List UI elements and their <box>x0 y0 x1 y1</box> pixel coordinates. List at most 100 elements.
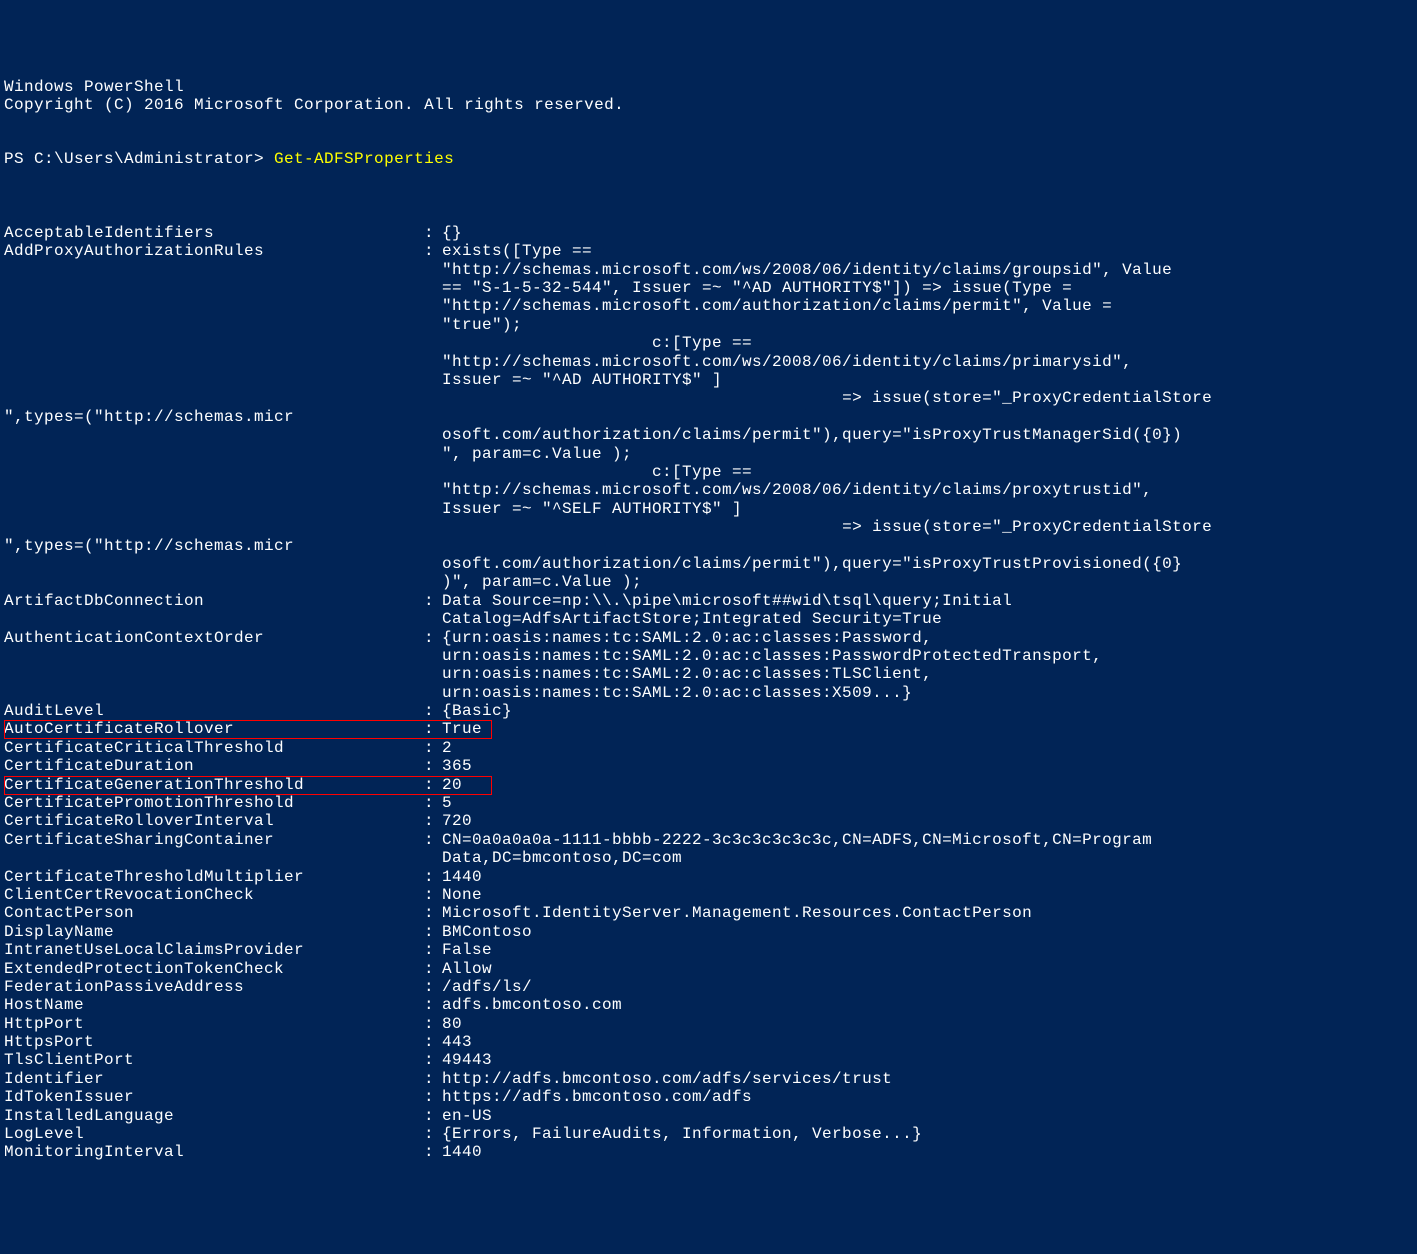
property-row: CertificateGenerationThreshold: 20 <box>4 776 1413 794</box>
property-row: ClientCertRevocationCheck: None <box>4 886 1413 904</box>
property-value: 5 <box>442 794 452 812</box>
property-value-continuation: c:[Type == <box>4 463 1264 481</box>
separator: : <box>424 904 442 922</box>
header-line-1: Windows PowerShell <box>4 78 184 96</box>
property-value: exists([Type == <box>442 242 592 260</box>
property-key: MonitoringInterval <box>4 1143 424 1161</box>
property-row: AcceptableIdentifiers: {} <box>4 224 1413 242</box>
property-value: 1440 <box>442 1143 482 1161</box>
property-value-continuation: Issuer =~ "^AD AUTHORITY$" ] <box>4 371 1264 389</box>
property-value: 49443 <box>442 1051 492 1069</box>
property-row: InstalledLanguage: en-US <box>4 1107 1413 1125</box>
property-value-continuation: Catalog=AdfsArtifactStore;Integrated Sec… <box>4 610 1264 628</box>
property-value: {} <box>442 224 462 242</box>
property-row: IntranetUseLocalClaimsProvider: False <box>4 941 1413 959</box>
property-value-continuation: Issuer =~ "^SELF AUTHORITY$" ] <box>4 500 1264 518</box>
property-value-continuation: ", param=c.Value ); <box>4 445 1264 463</box>
property-row: CertificateDuration: 365 <box>4 757 1413 775</box>
property-value: {Basic} <box>442 702 512 720</box>
property-row: CertificateCriticalThreshold: 2 <box>4 739 1413 757</box>
separator: : <box>424 886 442 904</box>
property-row: LogLevel: {Errors, FailureAudits, Inform… <box>4 1125 1413 1143</box>
property-key: CertificateDuration <box>4 757 424 775</box>
property-value: adfs.bmcontoso.com <box>442 996 622 1014</box>
property-row: AuditLevel: {Basic} <box>4 702 1413 720</box>
separator: : <box>424 996 442 1014</box>
property-key: CertificatePromotionThreshold <box>4 794 424 812</box>
property-row: FederationPassiveAddress: /adfs/ls/ <box>4 978 1413 996</box>
separator: : <box>424 1088 442 1106</box>
separator: : <box>424 1051 442 1069</box>
property-row: AuthenticationContextOrder: {urn:oasis:n… <box>4 629 1413 647</box>
separator: : <box>424 1015 442 1033</box>
property-value-continuation: c:[Type == <box>4 334 1264 352</box>
separator: : <box>424 739 442 757</box>
property-key: HttpsPort <box>4 1033 424 1051</box>
separator: : <box>424 1107 442 1125</box>
prompt-line[interactable]: PS C:\Users\Administrator> Get-ADFSPrope… <box>4 150 1413 168</box>
property-value-wrap: ",types=("http://schemas.micr <box>4 537 1264 555</box>
property-key: ClientCertRevocationCheck <box>4 886 424 904</box>
property-row: MonitoringInterval: 1440 <box>4 1143 1413 1161</box>
separator: : <box>424 923 442 941</box>
separator: : <box>424 776 442 794</box>
property-value-continuation: "true"); <box>4 316 1264 334</box>
terminal-header: Windows PowerShell Copyright (C) 2016 Mi… <box>4 78 1413 115</box>
property-value: {Errors, FailureAudits, Information, Ver… <box>442 1125 922 1143</box>
property-key: FederationPassiveAddress <box>4 978 424 996</box>
property-key: HttpPort <box>4 1015 424 1033</box>
separator: : <box>424 629 442 647</box>
property-row: HttpPort: 80 <box>4 1015 1413 1033</box>
property-value-continuation: "http://schemas.microsoft.com/authorizat… <box>4 297 1264 315</box>
property-row: AutoCertificateRollover: True <box>4 720 1413 738</box>
property-value-continuation: osoft.com/authorization/claims/permit"),… <box>4 426 1264 444</box>
property-value-continuation: => issue(store="_ProxyCredentialStore <box>4 389 1264 407</box>
property-row: CertificateSharingContainer: CN=0a0a0a0a… <box>4 831 1413 849</box>
separator: : <box>424 960 442 978</box>
property-value: 365 <box>442 757 472 775</box>
property-key: ArtifactDbConnection <box>4 592 424 610</box>
property-value: Allow <box>442 960 492 978</box>
property-key: AcceptableIdentifiers <box>4 224 424 242</box>
property-value: False <box>442 941 492 959</box>
property-value: None <box>442 886 482 904</box>
property-value: en-US <box>442 1107 492 1125</box>
property-value-continuation: => issue(store="_ProxyCredentialStore <box>4 518 1264 536</box>
property-row: AddProxyAuthorizationRules: exists([Type… <box>4 242 1413 260</box>
property-value: {urn:oasis:names:tc:SAML:2.0:ac:classes:… <box>442 629 932 647</box>
property-key: CertificateRolloverInterval <box>4 812 424 830</box>
property-key: CertificateSharingContainer <box>4 831 424 849</box>
property-key: AuthenticationContextOrder <box>4 629 424 647</box>
command-text: Get-ADFSProperties <box>274 150 454 168</box>
property-key: AutoCertificateRollover <box>4 720 424 738</box>
property-key: ExtendedProtectionTokenCheck <box>4 960 424 978</box>
separator: : <box>424 812 442 830</box>
property-value: https://adfs.bmcontoso.com/adfs <box>442 1088 752 1106</box>
property-value-continuation: osoft.com/authorization/claims/permit"),… <box>4 555 1264 573</box>
property-key: AuditLevel <box>4 702 424 720</box>
property-row: CertificateThresholdMultiplier: 1440 <box>4 868 1413 886</box>
property-row: ExtendedProtectionTokenCheck: Allow <box>4 960 1413 978</box>
property-value-continuation: "http://schemas.microsoft.com/ws/2008/06… <box>4 261 1264 279</box>
property-key: ContactPerson <box>4 904 424 922</box>
property-value: 80 <box>442 1015 462 1033</box>
property-row: CertificatePromotionThreshold: 5 <box>4 794 1413 812</box>
property-row: DisplayName: BMContoso <box>4 923 1413 941</box>
property-key: IntranetUseLocalClaimsProvider <box>4 941 424 959</box>
command-output: AcceptableIdentifiers: {}AddProxyAuthori… <box>4 224 1413 1162</box>
prompt-prefix: PS C:\Users\Administrator> <box>4 150 274 168</box>
property-value-continuation: "http://schemas.microsoft.com/ws/2008/06… <box>4 481 1264 499</box>
property-row: IdTokenIssuer: https://adfs.bmcontoso.co… <box>4 1088 1413 1106</box>
property-row: ContactPerson: Microsoft.IdentityServer.… <box>4 904 1413 922</box>
property-value: Microsoft.IdentityServer.Management.Reso… <box>442 904 1032 922</box>
property-value-wrap: ",types=("http://schemas.micr <box>4 408 1264 426</box>
property-value: http://adfs.bmcontoso.com/adfs/services/… <box>442 1070 892 1088</box>
separator: : <box>424 720 442 738</box>
separator: : <box>424 868 442 886</box>
property-row: ArtifactDbConnection: Data Source=np:\\.… <box>4 592 1413 610</box>
property-value: BMContoso <box>442 923 532 941</box>
property-value: 443 <box>442 1033 472 1051</box>
property-row: CertificateRolloverInterval: 720 <box>4 812 1413 830</box>
property-key: Identifier <box>4 1070 424 1088</box>
property-value: 720 <box>442 812 472 830</box>
